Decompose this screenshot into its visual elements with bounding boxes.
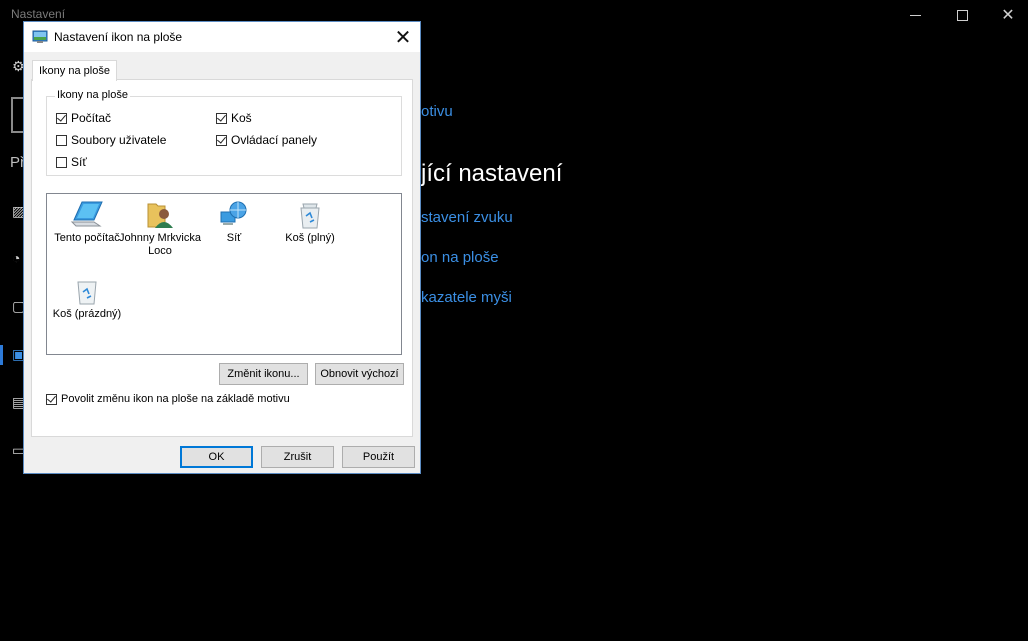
checkbox-label: Soubory uživatele bbox=[71, 133, 167, 147]
icon-label: Koš (prázdný) bbox=[52, 308, 122, 320]
desktop-icons-group: Ikony na ploše Počítač Koš Soubory uživa… bbox=[46, 89, 402, 176]
tab-panel: Ikony na ploše Počítač Koš Soubory uživa… bbox=[31, 79, 413, 437]
checkbox-box bbox=[56, 112, 67, 124]
ok-button[interactable]: OK bbox=[180, 446, 253, 468]
dialog-title: Nastavení ikon na ploše bbox=[54, 30, 183, 44]
related-settings-heading: jící nastavení bbox=[421, 160, 563, 187]
list-item-user-files[interactable]: Johnny Mrkvicka Loco bbox=[119, 200, 201, 258]
minimize-icon bbox=[909, 14, 921, 16]
restore-default-button[interactable]: Obnovit výchozí bbox=[315, 363, 404, 385]
recycle-bin-full-icon bbox=[300, 203, 320, 229]
list-item-network[interactable]: Síť bbox=[193, 200, 275, 245]
checkbox-user-files[interactable]: Soubory uživatele bbox=[56, 133, 166, 147]
group-label: Ikony na ploše bbox=[55, 89, 130, 101]
link-desktop-icon-settings[interactable]: on na ploše bbox=[421, 249, 499, 266]
network-icon bbox=[220, 201, 247, 225]
icon-preview-list[interactable]: Tento počítač Johnny Mrkvicka Loco Síť K… bbox=[46, 193, 402, 355]
list-item-recycle-bin-full[interactable]: Koš (plný) bbox=[269, 200, 351, 245]
recycle-bin-empty-icon bbox=[77, 281, 97, 305]
search-box[interactable] bbox=[11, 97, 23, 133]
checkbox-control-panel[interactable]: Ovládací panely bbox=[216, 133, 317, 147]
checkbox-box bbox=[56, 134, 67, 146]
apply-button[interactable]: Použít bbox=[342, 446, 415, 468]
minimize-button[interactable] bbox=[892, 0, 938, 30]
checkbox-network[interactable]: Síť bbox=[56, 155, 87, 169]
checkbox-box bbox=[216, 112, 227, 124]
checkbox-allow-themes[interactable]: Povolit změnu ikon na ploše na základě m… bbox=[46, 393, 290, 405]
desktop-icon-settings-dialog: Nastavení ikon na ploše ✕ Ikony na ploše… bbox=[23, 21, 421, 474]
maximize-button[interactable] bbox=[939, 0, 985, 30]
maximize-icon bbox=[956, 9, 968, 21]
checkbox-label: Počítač bbox=[71, 111, 112, 125]
change-icon-button[interactable]: Změnit ikonu... bbox=[219, 363, 308, 385]
link-theme-settings[interactable]: otivu bbox=[421, 103, 453, 120]
list-item-recycle-bin-empty[interactable]: Koš (prázdný) bbox=[46, 276, 128, 321]
icon-label: Tento počítač bbox=[54, 232, 120, 244]
dialog-close-button[interactable]: ✕ bbox=[386, 22, 420, 52]
list-item-this-pc[interactable]: Tento počítač bbox=[46, 200, 128, 245]
checkbox-label: Síť bbox=[71, 155, 87, 169]
cancel-button[interactable]: Zrušit bbox=[261, 446, 334, 468]
settings-app-title: Nastavení bbox=[11, 7, 66, 21]
link-sound-settings[interactable]: stavení zvuku bbox=[421, 209, 513, 226]
user-folder-icon bbox=[147, 203, 173, 228]
checkbox-label: Koš bbox=[231, 111, 252, 125]
checkbox-computer[interactable]: Počítač bbox=[56, 111, 111, 125]
checkbox-label: Povolit změnu ikon na ploše na základě m… bbox=[61, 393, 290, 405]
computer-icon bbox=[70, 201, 103, 227]
close-window-button[interactable]: ✕ bbox=[985, 0, 1028, 30]
close-icon: ✕ bbox=[394, 26, 412, 49]
checkbox-box bbox=[56, 156, 67, 168]
icon-label: Koš (plný) bbox=[285, 232, 335, 244]
checkbox-recycle-bin[interactable]: Koš bbox=[216, 111, 252, 125]
desktop-icon-settings-icon bbox=[32, 30, 48, 43]
link-mouse-pointer-settings[interactable]: kazatele myši bbox=[421, 289, 512, 306]
checkbox-label: Ovládací panely bbox=[231, 133, 318, 147]
close-icon: ✕ bbox=[1001, 7, 1015, 24]
checkbox-box bbox=[216, 134, 227, 146]
tab-desktop-icons[interactable]: Ikony na ploše bbox=[32, 60, 117, 81]
icon-label: Síť bbox=[226, 232, 242, 244]
checkbox-box bbox=[46, 393, 57, 405]
icon-label: Johnny Mrkvicka Loco bbox=[119, 232, 201, 257]
dialog-titlebar[interactable]: Nastavení ikon na ploše ✕ bbox=[24, 22, 420, 52]
sidebar-active-marker bbox=[0, 345, 3, 365]
sidebar-item-colors-icon[interactable]: ◔ bbox=[12, 250, 20, 266]
